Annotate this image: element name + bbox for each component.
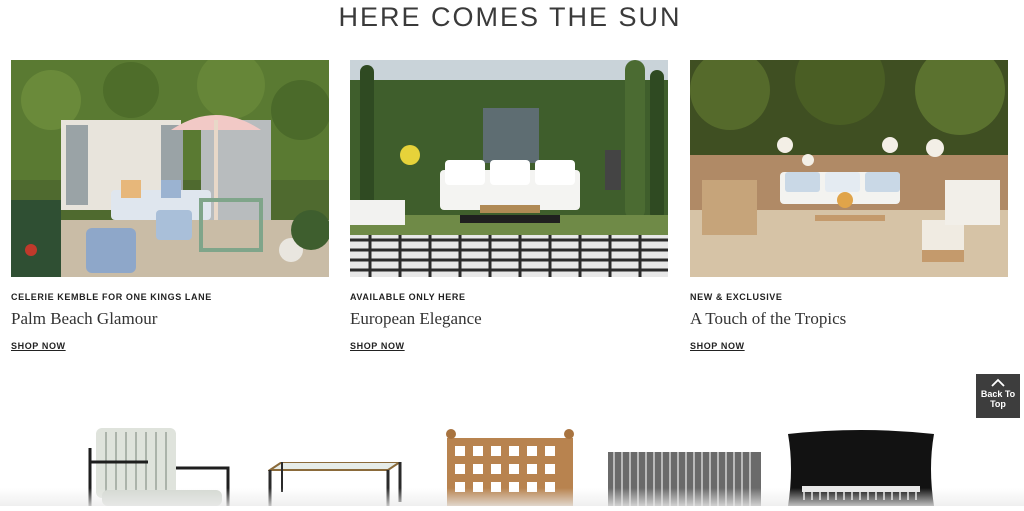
card-title[interactable]: A Touch of the Tropics [690,309,1008,329]
back-to-top-label-line2: Top [990,399,1006,409]
shop-now-link[interactable]: SHOP NOW [690,341,745,351]
chevron-up-icon [991,378,1005,387]
shop-now-link[interactable]: SHOP NOW [350,341,405,351]
palm-beach-photo[interactable] [11,60,329,277]
card-eyebrow: AVAILABLE ONLY HERE [350,292,466,302]
tropics-photo[interactable] [690,60,1008,277]
collection-card-european-elegance[interactable]: AVAILABLE ONLY HERE European Elegance SH… [350,60,668,354]
card-title[interactable]: Palm Beach Glamour [11,309,329,329]
collection-card-palm-beach[interactable]: CELERIE KEMBLE FOR ONE KINGS LANE Palm B… [11,60,329,354]
collection-card-tropics[interactable]: NEW & EXCLUSIVE A Touch of the Tropics S… [690,60,1008,354]
back-to-top-label-line1: Back To [980,389,1016,399]
card-title[interactable]: European Elegance [350,309,668,329]
back-to-top-button[interactable]: Back To Top [976,374,1020,418]
shop-now-link[interactable]: SHOP NOW [11,341,66,351]
section-title: HERE COMES THE SUN [338,2,682,32]
card-eyebrow: NEW & EXCLUSIVE [690,292,783,302]
bottom-fade [0,488,1024,506]
european-elegance-photo[interactable] [350,60,668,277]
card-eyebrow: CELERIE KEMBLE FOR ONE KINGS LANE [11,292,212,302]
